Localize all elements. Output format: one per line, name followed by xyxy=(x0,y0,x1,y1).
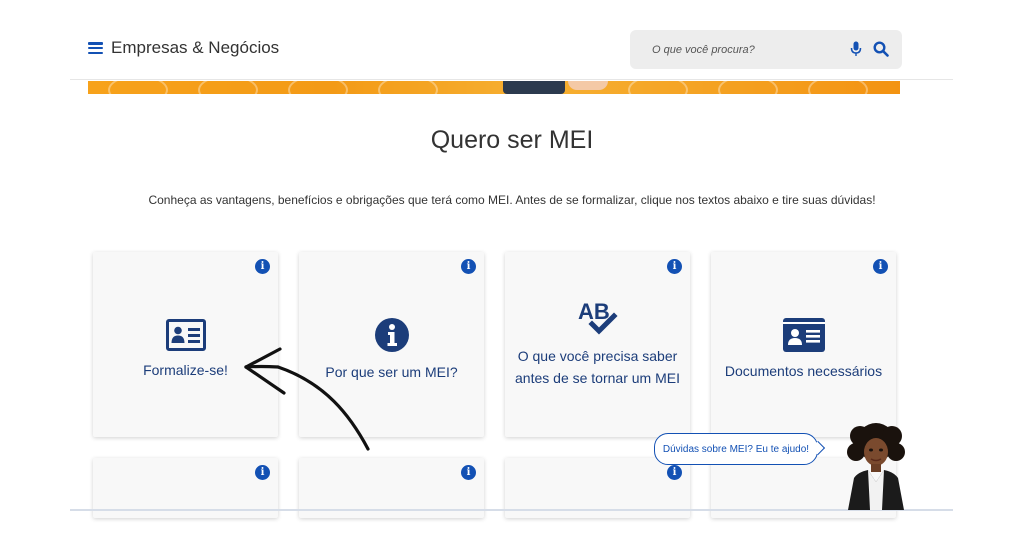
hero-banner xyxy=(88,81,900,94)
menu-button[interactable]: Empresas & Negócios xyxy=(88,38,279,58)
id-card-icon xyxy=(165,318,206,351)
info-icon[interactable]: i xyxy=(461,259,476,274)
site-title: Empresas & Negócios xyxy=(111,38,280,57)
card-saber-antes[interactable]: i AB O que você precisa saber antes de s… xyxy=(505,252,690,437)
info-icon[interactable]: i xyxy=(255,259,270,274)
banner-person-image xyxy=(503,81,565,94)
pointer-arrow-icon xyxy=(244,347,370,451)
card-documentos[interactable]: i Documentos necessários xyxy=(711,252,896,437)
ab-check-icon: AB xyxy=(578,299,618,335)
search-input[interactable] xyxy=(652,43,837,56)
card-label: O que você precisa saber antes de se tor… xyxy=(515,347,680,386)
svg-text:AB: AB xyxy=(578,299,610,324)
card-label: Documentos necessários xyxy=(724,362,883,379)
assistant-avatar[interactable] xyxy=(838,420,914,510)
assistant-chat-bubble[interactable]: Dúvidas sobre MEI? Eu te ajudo! xyxy=(654,433,818,465)
card-label: Formalize-se! xyxy=(143,361,228,378)
info-icon[interactable]: i xyxy=(461,465,476,480)
info-icon[interactable]: i xyxy=(667,465,682,480)
search-box xyxy=(630,30,902,69)
document-card-icon xyxy=(782,317,825,352)
intro-text: Conheça as vantagens, benefícios e obrig… xyxy=(148,193,876,207)
site-header: Empresas & Negócios xyxy=(70,0,953,80)
search-icon[interactable] xyxy=(873,41,889,57)
info-icon[interactable]: i xyxy=(255,465,270,480)
microphone-icon[interactable] xyxy=(850,41,862,57)
hamburger-icon xyxy=(88,42,103,54)
page-title: Quero ser MEI xyxy=(430,126,594,154)
info-icon[interactable]: i xyxy=(873,259,888,274)
info-icon[interactable]: i xyxy=(667,259,682,274)
divider xyxy=(70,509,953,511)
